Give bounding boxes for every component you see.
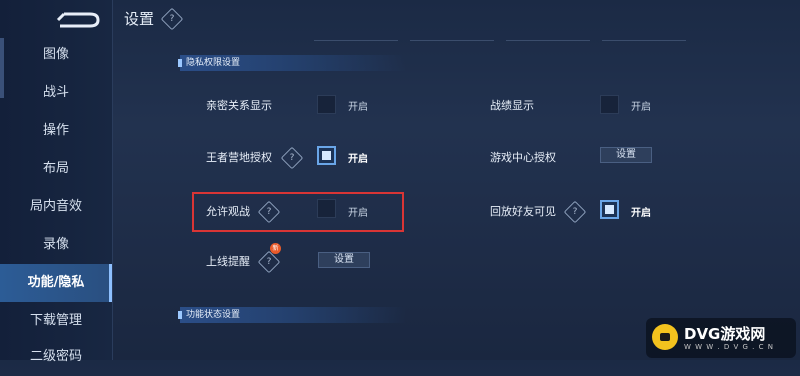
state-replay-visible: 开启	[631, 208, 651, 219]
sidebar-item-combat[interactable]: 战斗	[0, 74, 112, 112]
state-intimate-display: 开启	[348, 102, 368, 113]
checkbox-camp-auth[interactable]	[317, 146, 336, 165]
section-header-privacy: 隐私权限设置	[178, 55, 406, 71]
state-allow-spectate: 开启	[348, 208, 368, 219]
sidebar-item-graphics[interactable]: 图像	[0, 36, 112, 74]
back-arrow-icon[interactable]	[50, 8, 106, 32]
sidebar-item-controls[interactable]: 操作	[0, 112, 112, 150]
checkbox-stats-display[interactable]	[600, 95, 619, 114]
checkbox-allow-spectate[interactable]	[317, 199, 336, 218]
label-replay-visible: 回放好友可见	[490, 205, 556, 218]
label-stats-display: 战绩显示	[490, 99, 534, 112]
state-stats-display: 开启	[631, 102, 651, 113]
new-badge: 新	[270, 243, 281, 254]
watermark: DVG游戏网 W W W . D V G . C N	[646, 318, 796, 358]
watermark-subtitle: W W W . D V G . C N	[684, 343, 774, 351]
label-online-reminder: 上线提醒	[206, 255, 250, 268]
tab-divider	[410, 40, 494, 41]
game-center-settings-button[interactable]: 设置	[600, 147, 652, 163]
online-reminder-settings-button[interactable]: 设置	[318, 252, 370, 268]
sidebar-item-layout[interactable]: 布局	[0, 150, 112, 188]
tab-divider	[314, 40, 398, 41]
help-icon[interactable]: ?	[257, 200, 281, 224]
sidebar-item-secondary-password[interactable]: 二级密码	[0, 338, 112, 376]
label-camp-auth: 王者营地授权	[206, 151, 272, 164]
sidebar-item-ingame-sound[interactable]: 局内音效	[0, 188, 112, 226]
section-header-feature-status: 功能状态设置	[178, 307, 406, 323]
label-intimate-display: 亲密关系显示	[206, 99, 272, 112]
tab-divider	[602, 40, 686, 41]
help-icon[interactable]: ?	[160, 7, 184, 31]
sidebar-item-download-manager[interactable]: 下载管理	[0, 302, 112, 340]
help-icon[interactable]: ?	[280, 146, 304, 170]
page-title: 设置	[124, 10, 155, 28]
state-camp-auth: 开启	[348, 154, 368, 165]
checkbox-replay-visible[interactable]	[600, 200, 619, 219]
sidebar-nav: 图像 战斗 操作 布局 局内音效 录像 功能/隐私 下载管理 二级密码	[0, 0, 113, 364]
watermark-title: DVG游戏网	[684, 325, 766, 343]
sidebar-item-replay[interactable]: 录像	[0, 226, 112, 264]
label-game-center-auth: 游戏中心授权	[490, 151, 556, 164]
gamepad-logo-icon	[652, 324, 678, 350]
label-allow-spectate: 允许观战	[206, 205, 250, 218]
sidebar-item-function-privacy[interactable]: 功能/隐私	[0, 264, 112, 302]
help-icon[interactable]: ?	[563, 200, 587, 224]
tab-divider	[506, 40, 590, 41]
help-icon[interactable]: ?	[257, 250, 281, 274]
checkbox-intimate-display[interactable]	[317, 95, 336, 114]
